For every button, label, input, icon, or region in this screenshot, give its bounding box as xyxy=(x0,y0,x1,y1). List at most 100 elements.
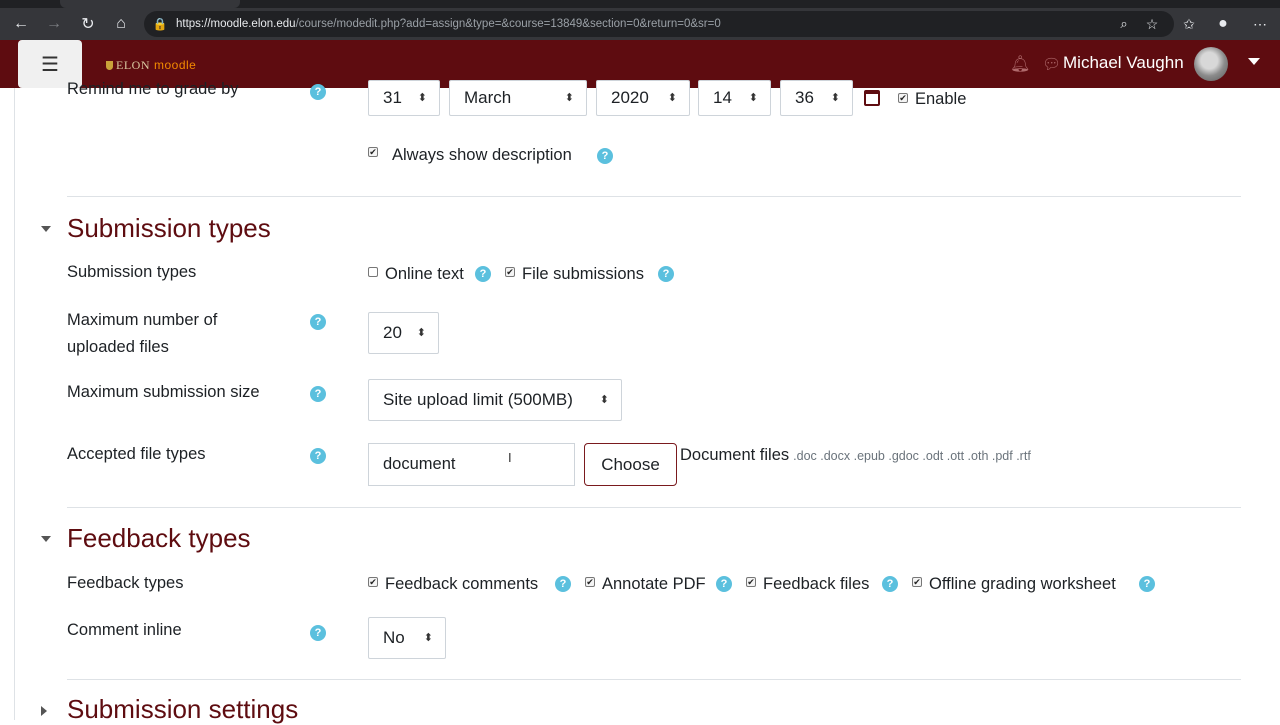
feedback-types-label: Feedback types xyxy=(67,574,184,592)
annotate-pdf-checkbox[interactable]: ✔ xyxy=(585,577,595,587)
comment-inline-select[interactable]: No ⬍ xyxy=(368,617,446,659)
max-files-select[interactable]: 20 ⬍ xyxy=(368,312,439,354)
max-files-value: 20 xyxy=(383,323,402,342)
choose-button[interactable]: Choose xyxy=(584,443,677,486)
home-icon[interactable]: ⌂ xyxy=(109,8,133,40)
expand-toggle-icon[interactable] xyxy=(41,706,47,716)
profile-icon[interactable]: ● xyxy=(1211,8,1235,40)
help-icon[interactable]: ? xyxy=(658,266,674,282)
section-divider xyxy=(67,196,1241,197)
select-arrows-icon: ⬍ xyxy=(830,92,840,104)
help-icon[interactable]: ? xyxy=(310,84,326,100)
submission-types-heading[interactable]: Submission types xyxy=(67,213,271,244)
bookmark-star-icon[interactable]: ☆ xyxy=(1140,8,1164,40)
help-icon[interactable]: ? xyxy=(1139,576,1155,592)
submission-settings-heading[interactable]: Submission settings xyxy=(67,694,298,725)
max-size-select[interactable]: Site upload limit (500MB) ⬍ xyxy=(368,379,622,421)
remind-minute-value: 36 xyxy=(795,88,814,107)
help-icon[interactable]: ? xyxy=(310,386,326,402)
help-icon[interactable]: ? xyxy=(310,625,326,641)
select-arrows-icon: ⬍ xyxy=(416,327,426,339)
forward-icon[interactable]: → xyxy=(42,8,66,40)
enable-checkbox[interactable]: ✔ xyxy=(898,93,908,103)
always-show-description-label: Always show description xyxy=(392,146,572,164)
help-icon[interactable]: ? xyxy=(555,576,571,592)
browser-tab[interactable] xyxy=(60,0,240,8)
offline-grading-checkbox[interactable]: ✔ xyxy=(912,577,922,587)
document-files-description: Document files .doc .docx .epub .gdoc .od… xyxy=(680,446,1031,465)
remind-grade-label: Remind me to grade by xyxy=(67,80,239,98)
enable-label: Enable xyxy=(915,90,967,108)
reload-icon[interactable]: ↻ xyxy=(76,8,100,40)
remind-month-value: March xyxy=(464,88,512,107)
max-files-label-line1: Maximum number of xyxy=(67,311,218,329)
remind-hour-select[interactable]: 14 ⬍ xyxy=(698,80,771,116)
document-files-label: Document files xyxy=(680,446,790,464)
more-menu-icon[interactable]: ⋯ xyxy=(1248,8,1272,40)
remind-year-value: 2020 xyxy=(611,88,649,107)
remind-minute-select[interactable]: 36 ⬍ xyxy=(780,80,853,116)
collapse-toggle-icon[interactable] xyxy=(41,536,51,542)
feedback-files-label: Feedback files xyxy=(763,575,870,593)
remind-hour-value: 14 xyxy=(713,88,732,107)
remind-day-select[interactable]: 31 ⬍ xyxy=(368,80,440,116)
max-size-label: Maximum submission size xyxy=(67,383,260,401)
help-icon[interactable]: ? xyxy=(882,576,898,592)
shield-icon xyxy=(106,61,113,70)
collapse-toggle-icon[interactable] xyxy=(41,226,51,232)
comment-inline-value: No xyxy=(383,628,405,647)
url-path: /course/modedit.php?add=assign&type=&cou… xyxy=(295,18,721,30)
messages-icon[interactable]: 💬︎ xyxy=(1042,55,1061,73)
select-arrows-icon: ⬍ xyxy=(423,632,433,644)
text-cursor-icon: I xyxy=(508,450,512,465)
feedback-files-checkbox[interactable]: ✔ xyxy=(746,577,756,587)
comment-inline-label: Comment inline xyxy=(67,621,182,639)
submission-types-label: Submission types xyxy=(67,263,197,281)
help-icon[interactable]: ? xyxy=(475,266,491,282)
remind-day-value: 31 xyxy=(383,88,402,107)
url-host: https://moodle.elon.edu xyxy=(176,18,296,30)
user-name[interactable]: Michael Vaughn xyxy=(1063,40,1184,88)
max-size-value: Site upload limit (500MB) xyxy=(383,390,573,409)
feedback-comments-checkbox[interactable]: ✔ xyxy=(368,577,378,587)
avatar[interactable] xyxy=(1194,47,1228,81)
select-arrows-icon: ⬍ xyxy=(417,92,427,104)
file-submissions-label: File submissions xyxy=(522,265,644,283)
back-icon[interactable]: ← xyxy=(9,8,33,40)
document-files-extensions: .doc .docx .epub .gdoc .odt .ott .oth .p… xyxy=(793,449,1031,463)
brand-name: ELON xyxy=(116,58,150,72)
always-show-description-checkbox[interactable]: ✔ xyxy=(368,147,378,157)
feedback-types-heading[interactable]: Feedback types xyxy=(67,523,251,554)
favorites-icon[interactable]: ✩ xyxy=(1177,8,1201,40)
max-files-label-line2: uploaded files xyxy=(67,338,169,356)
offline-grading-label: Offline grading worksheet xyxy=(929,575,1116,593)
site-logo[interactable]: ELON moodle xyxy=(106,58,196,73)
feedback-comments-label: Feedback comments xyxy=(385,575,539,593)
select-arrows-icon: ⬍ xyxy=(599,394,609,406)
file-submissions-checkbox[interactable]: ✔ xyxy=(505,267,515,277)
section-divider xyxy=(67,679,1241,680)
help-icon[interactable]: ? xyxy=(716,576,732,592)
accepted-file-types-label: Accepted file types xyxy=(67,445,206,463)
hamburger-icon: ☰ xyxy=(41,53,59,76)
help-icon[interactable]: ? xyxy=(597,148,613,164)
remind-year-select[interactable]: 2020 ⬍ xyxy=(596,80,690,116)
help-icon[interactable]: ? xyxy=(310,314,326,330)
annotate-pdf-label: Annotate PDF xyxy=(602,575,706,593)
user-menu-caret-icon[interactable] xyxy=(1248,58,1260,65)
select-arrows-icon: ⬍ xyxy=(667,92,677,104)
select-arrows-icon: ⬍ xyxy=(748,92,758,104)
online-text-checkbox[interactable] xyxy=(368,267,378,277)
accepted-file-types-value: document xyxy=(383,455,456,473)
remind-month-select[interactable]: March ⬍ xyxy=(449,80,587,116)
lock-icon[interactable]: 🔒 xyxy=(148,8,172,40)
accepted-file-types-input[interactable]: document xyxy=(368,443,575,486)
notification-bell-icon[interactable]: 🔔︎ xyxy=(1010,54,1030,74)
online-text-label: Online text xyxy=(385,265,464,283)
section-divider xyxy=(67,507,1241,508)
browser-tab-strip xyxy=(0,0,1280,8)
calendar-icon[interactable] xyxy=(864,90,880,106)
help-icon[interactable]: ? xyxy=(310,448,326,464)
url-text: https://moodle.elon.edu/course/modedit.p… xyxy=(176,8,721,40)
zoom-icon[interactable]: ⌕ xyxy=(1112,8,1136,40)
